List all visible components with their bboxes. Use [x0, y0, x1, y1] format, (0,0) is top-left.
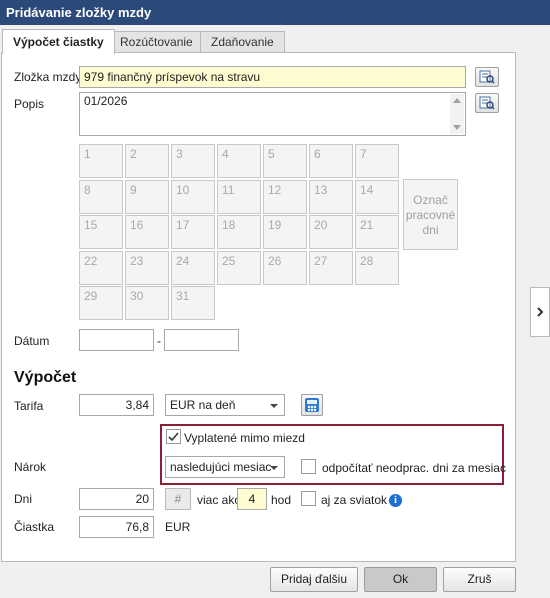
chevron-down-icon: [270, 404, 278, 408]
component-lookup-button[interactable]: [475, 67, 499, 87]
description-scrollbar[interactable]: [450, 94, 464, 134]
day-cell[interactable]: 10: [171, 180, 215, 214]
day-cell[interactable]: 11: [217, 180, 261, 214]
deduct-days-checkbox[interactable]: [301, 459, 316, 474]
days-label: Dni: [14, 492, 33, 506]
day-cell[interactable]: 24: [171, 251, 215, 285]
rate-unit-value: EUR na deň: [170, 398, 236, 412]
mark-workdays-button[interactable]: Označ pracovné dni: [403, 179, 458, 250]
day-cell[interactable]: 13: [309, 180, 353, 214]
days-input[interactable]: 20: [79, 488, 154, 510]
checkmark-icon: [168, 432, 179, 442]
entitlement-select[interactable]: nasledujúci mesiac: [165, 456, 285, 478]
day-cell[interactable]: 31: [171, 286, 215, 320]
day-cell[interactable]: 17: [171, 215, 215, 249]
day-cell[interactable]: 7: [355, 144, 399, 178]
day-cell[interactable]: 26: [263, 251, 307, 285]
description-lookup-button[interactable]: [475, 93, 499, 113]
component-field[interactable]: 979 finančný príspevok na stravu: [79, 66, 466, 88]
hash-button[interactable]: #: [165, 488, 191, 510]
component-label: Zložka mzdy: [14, 70, 82, 84]
day-cell[interactable]: 8: [79, 180, 123, 214]
description-text: 01/2026: [84, 94, 128, 108]
day-cell[interactable]: 30: [125, 286, 169, 320]
day-cell[interactable]: 16: [125, 215, 169, 249]
lookup-icon: [479, 96, 495, 110]
lookup-icon: [479, 70, 495, 84]
chevron-down-icon: [270, 466, 278, 470]
day-cell[interactable]: 27: [309, 251, 353, 285]
rate-unit-select[interactable]: EUR na deň: [165, 394, 285, 416]
tab-bar: Výpočet čiastky Rozúčtovanie Zdaňovanie: [0, 29, 550, 54]
day-cell[interactable]: 23: [125, 251, 169, 285]
ok-button[interactable]: Ok: [364, 567, 437, 592]
mark-workdays-line2: pracovné: [405, 208, 456, 222]
date-label: Dátum: [14, 334, 50, 348]
day-cell[interactable]: 9: [125, 180, 169, 214]
tab-taxation[interactable]: Zdaňovanie: [200, 31, 285, 53]
day-cell[interactable]: 18: [217, 215, 261, 249]
calc-section-title: Výpočet: [14, 369, 77, 386]
holiday-label: aj za sviatok: [321, 493, 388, 507]
info-icon[interactable]: i: [389, 494, 402, 507]
amount-unit-label: EUR: [165, 520, 191, 534]
day-cell[interactable]: 22: [79, 251, 123, 285]
day-cell[interactable]: 2: [125, 144, 169, 178]
side-expand-button[interactable]: [530, 287, 550, 337]
window-title: Pridávanie zložky mzdy: [0, 0, 550, 25]
amount-input[interactable]: 76,8: [79, 516, 154, 538]
tab-calculation[interactable]: Výpočet čiastky: [2, 29, 115, 54]
paid-outside-checkbox[interactable]: [166, 429, 181, 444]
entitlement-label: Nárok: [14, 460, 47, 474]
more-than-label: viac ako: [197, 493, 242, 507]
day-cell[interactable]: 21: [355, 215, 399, 249]
rate-input[interactable]: 3,84: [79, 394, 154, 416]
day-cell[interactable]: 28: [355, 251, 399, 285]
amount-label: Čiastka: [14, 520, 55, 534]
calculator-icon: [305, 398, 319, 412]
tab-allocation[interactable]: Rozúčtovanie: [109, 31, 204, 53]
day-cell[interactable]: 1: [79, 144, 123, 178]
rate-label: Tarifa: [14, 399, 44, 413]
day-cell[interactable]: 5: [263, 144, 307, 178]
day-cell[interactable]: 4: [217, 144, 261, 178]
date-separator: -: [157, 334, 161, 348]
date-from-input[interactable]: [79, 329, 154, 351]
day-cell[interactable]: 3: [171, 144, 215, 178]
add-next-button[interactable]: Pridaj ďalšiu: [270, 567, 358, 592]
date-to-input[interactable]: [164, 329, 239, 351]
entitlement-value: nasledujúci mesiac: [170, 460, 272, 474]
deduct-days-label: odpočítať neodprac. dni za mesiac: [322, 461, 506, 475]
day-cell[interactable]: 14: [355, 180, 399, 214]
holiday-checkbox[interactable]: [301, 491, 316, 506]
hours-unit-label: hod: [271, 493, 292, 507]
day-cell[interactable]: 29: [79, 286, 123, 320]
day-cell[interactable]: 20: [309, 215, 353, 249]
mark-workdays-line3: dni: [422, 223, 439, 237]
day-cell[interactable]: 12: [263, 180, 307, 214]
description-label: Popis: [14, 97, 45, 111]
day-cell[interactable]: 6: [309, 144, 353, 178]
cancel-button[interactable]: Zruš: [443, 567, 516, 592]
rate-calculator-button[interactable]: [301, 394, 323, 416]
paid-outside-label: Vyplatené mimo miezd: [184, 431, 305, 445]
day-cell[interactable]: 19: [263, 215, 307, 249]
mark-workdays-line1: Označ: [413, 193, 448, 207]
description-textarea[interactable]: 01/2026: [79, 92, 466, 136]
hours-input[interactable]: 4: [237, 488, 267, 510]
chevron-right-icon: [537, 307, 544, 317]
day-cell[interactable]: 15: [79, 215, 123, 249]
day-cell[interactable]: 25: [217, 251, 261, 285]
